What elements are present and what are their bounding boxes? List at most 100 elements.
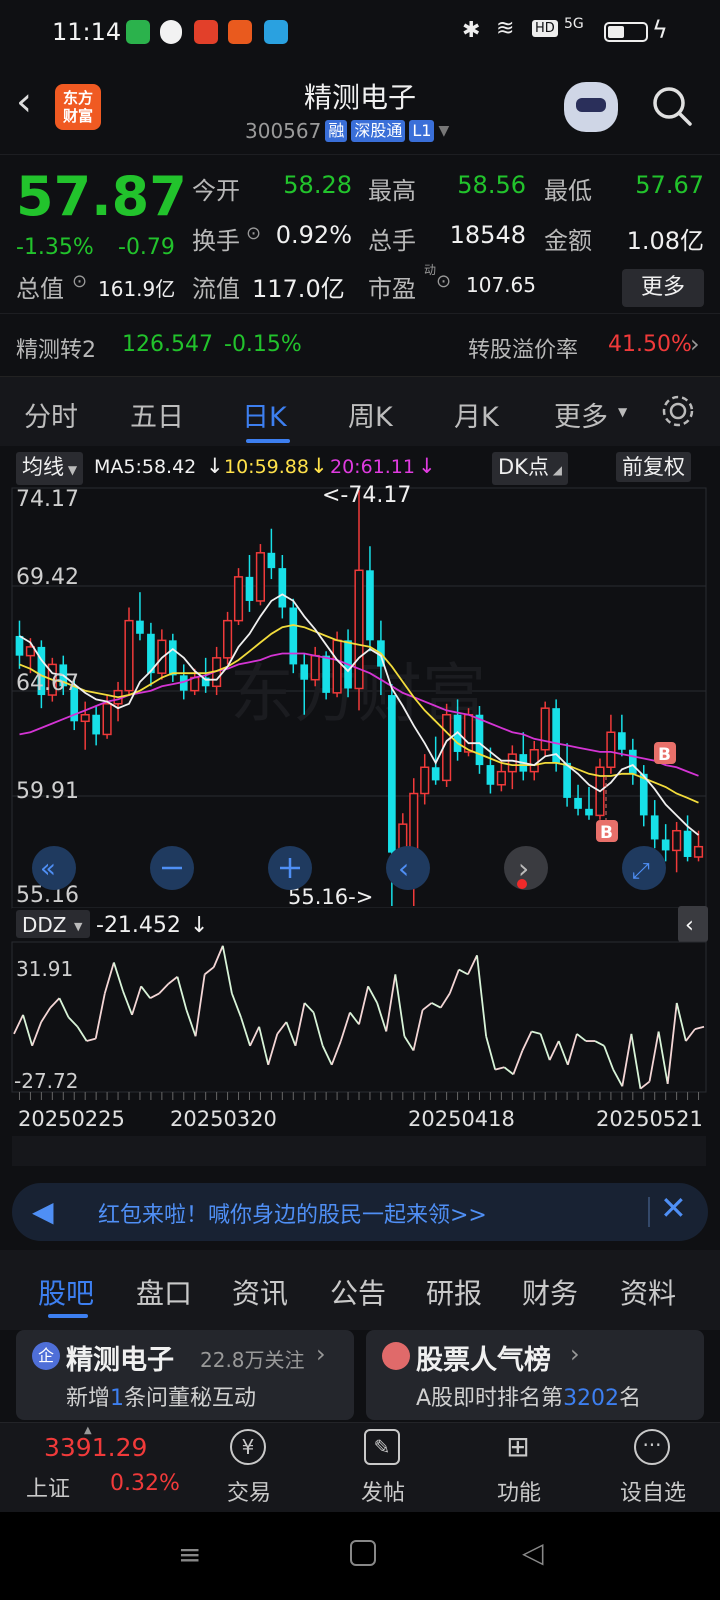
svg-text:▼: ▼ [74, 920, 83, 933]
popularity-card[interactable]: 股票人气榜 › A股即时排名第3202名 [366, 1330, 704, 1420]
promo-banner[interactable]: ◀ 红包来啦！喊你身边的股民一起来领>> ✕ [12, 1183, 708, 1241]
date-label: 20250320 [170, 1107, 277, 1131]
battery-icon [604, 22, 648, 42]
candle [15, 635, 24, 656]
period-tabs: 分时 五日 日K 周K 月K 更多 ▼ [0, 376, 720, 446]
ddz-selector[interactable]: DDZ [22, 913, 67, 937]
tab-weekly-k[interactable]: 周K [348, 395, 393, 434]
info-icon[interactable]: ⊙ [72, 271, 87, 292]
ddz-segment [312, 1012, 324, 1047]
candle [672, 829, 682, 852]
scroll-right-button[interactable]: › [504, 846, 548, 890]
info-icon[interactable]: ⊙ [246, 223, 261, 244]
ddz-segment [103, 962, 115, 994]
signal-5g-icon: 5G [564, 16, 584, 32]
amount-label: 金额 [544, 227, 592, 255]
ddz-segment [94, 993, 106, 1039]
ddz-segment [349, 1011, 360, 1025]
convertible-bond-row[interactable]: 精测转2 126.547 -0.15% 转股溢价率 41.50% › [0, 313, 720, 377]
buy-marker-text: B [658, 745, 671, 765]
y-label: 74.17 [16, 487, 79, 512]
ddz-segment [394, 974, 406, 1037]
chevron-down-icon[interactable]: ▼ [438, 123, 449, 139]
close-icon[interactable]: ✕ [660, 1189, 687, 1227]
card-title: 股票人气榜 [416, 1345, 551, 1376]
amount-value: 1.08亿 [626, 227, 704, 255]
stock-code: 300567 [245, 119, 322, 143]
candle [136, 620, 144, 634]
tab-research[interactable]: 研报 [426, 1272, 482, 1312]
zoom-in-button[interactable] [268, 846, 312, 890]
ddz-segment [548, 1040, 560, 1061]
home-icon[interactable] [350, 1540, 376, 1566]
add-watchlist-button[interactable]: ··· 设自选 [608, 1423, 698, 1513]
ddz-segment [231, 993, 242, 1018]
ddz-line-layer [13, 945, 705, 1090]
ddz-segment [185, 1009, 197, 1037]
candle [574, 797, 582, 809]
tab-profile[interactable]: 资料 [620, 1272, 676, 1312]
fullscreen-button[interactable]: ⤢ [622, 846, 666, 890]
info-icon[interactable]: ⊙ [436, 271, 451, 292]
card-title: 精测电子 [66, 1345, 174, 1376]
add-watchlist-label: 设自选 [619, 1481, 686, 1506]
tab-monthly-k[interactable]: 月K [454, 395, 499, 434]
trade-button[interactable]: ¥ 交易 [204, 1423, 294, 1513]
tab-daily-k[interactable]: 日K [242, 395, 287, 434]
high-value: 58.56 [457, 171, 526, 199]
ranking-icon [382, 1342, 410, 1370]
ddz-segment [167, 976, 178, 985]
more-button[interactable]: 更多 [622, 269, 704, 307]
svg-text:⤢: ⤢ [632, 859, 650, 884]
menu-icon[interactable]: ≡ [178, 1538, 201, 1571]
gear-icon[interactable] [660, 393, 696, 429]
assistant-robot-icon[interactable] [564, 82, 618, 132]
premium-value: 41.50% [608, 332, 692, 357]
candle [388, 695, 396, 853]
scroll-left-fast-button[interactable]: « [32, 846, 76, 890]
ddz-segment [358, 986, 369, 1025]
charging-icon: ϟ [652, 16, 668, 44]
functions-button[interactable]: ⊞ 功能 [474, 1423, 564, 1513]
level-tag: L1 [409, 120, 435, 142]
enterprise-badge-icon: 企 [32, 1342, 60, 1370]
search-icon[interactable] [650, 84, 694, 128]
scroll-left-button[interactable]: ‹ [386, 846, 430, 890]
back-icon[interactable]: ◁ [522, 1536, 544, 1569]
candle [496, 770, 506, 786]
shield-app-icon [126, 20, 150, 44]
tab-financials[interactable]: 财务 [522, 1272, 578, 1312]
index-widget[interactable]: ▲ 3391.29 上证 0.32% [0, 1423, 190, 1513]
bluetooth-icon: ✱ [462, 18, 481, 43]
ddz-segment [694, 1025, 705, 1031]
kline-chart[interactable]: 东方财富 74.17 69.42 64.67 59.91 55.16 <-74.… [0, 446, 720, 1166]
float-cap-label: 流值 [192, 275, 240, 303]
candle [300, 664, 309, 680]
tab-minute[interactable]: 分时 [24, 395, 78, 434]
tab-news[interactable]: 资讯 [232, 1272, 288, 1312]
app-icon [228, 20, 252, 44]
zoom-out-button[interactable] [150, 846, 194, 890]
turnover-label: 换手 [192, 227, 240, 255]
stock-header: ‹ 东方 财富 精测电子 300567 融 深股通 L1 ▼ [0, 64, 720, 154]
ddz-segment [204, 966, 215, 976]
ddz-segment [531, 1030, 541, 1035]
ddz-segment [685, 1028, 696, 1042]
follower-count: 22.8万关注 [200, 1348, 305, 1372]
ddz-segment [240, 1016, 251, 1047]
ddz-segment [503, 1066, 514, 1076]
ddz-segment [512, 1050, 524, 1075]
tab-five-day[interactable]: 五日 [130, 395, 184, 434]
tab-forum[interactable]: 股吧 [38, 1272, 94, 1312]
ddz-segment [330, 1040, 342, 1066]
chevron-left-icon: ‹ [685, 913, 694, 938]
total-cap-value: 161.9亿 [98, 277, 176, 301]
tab-announcements[interactable]: 公告 [330, 1272, 386, 1312]
ddz-segment [485, 1036, 497, 1070]
tab-more[interactable]: 更多 [554, 395, 608, 434]
svg-text:‹: ‹ [398, 852, 409, 885]
post-button[interactable]: ✎ 发帖 [338, 1423, 428, 1513]
tab-order-book[interactable]: 盘口 [136, 1272, 192, 1312]
candles-layer [15, 490, 704, 906]
stock-forum-card[interactable]: 企 精测电子 22.8万关注 › 新增1条问董秘互动 [16, 1330, 354, 1420]
